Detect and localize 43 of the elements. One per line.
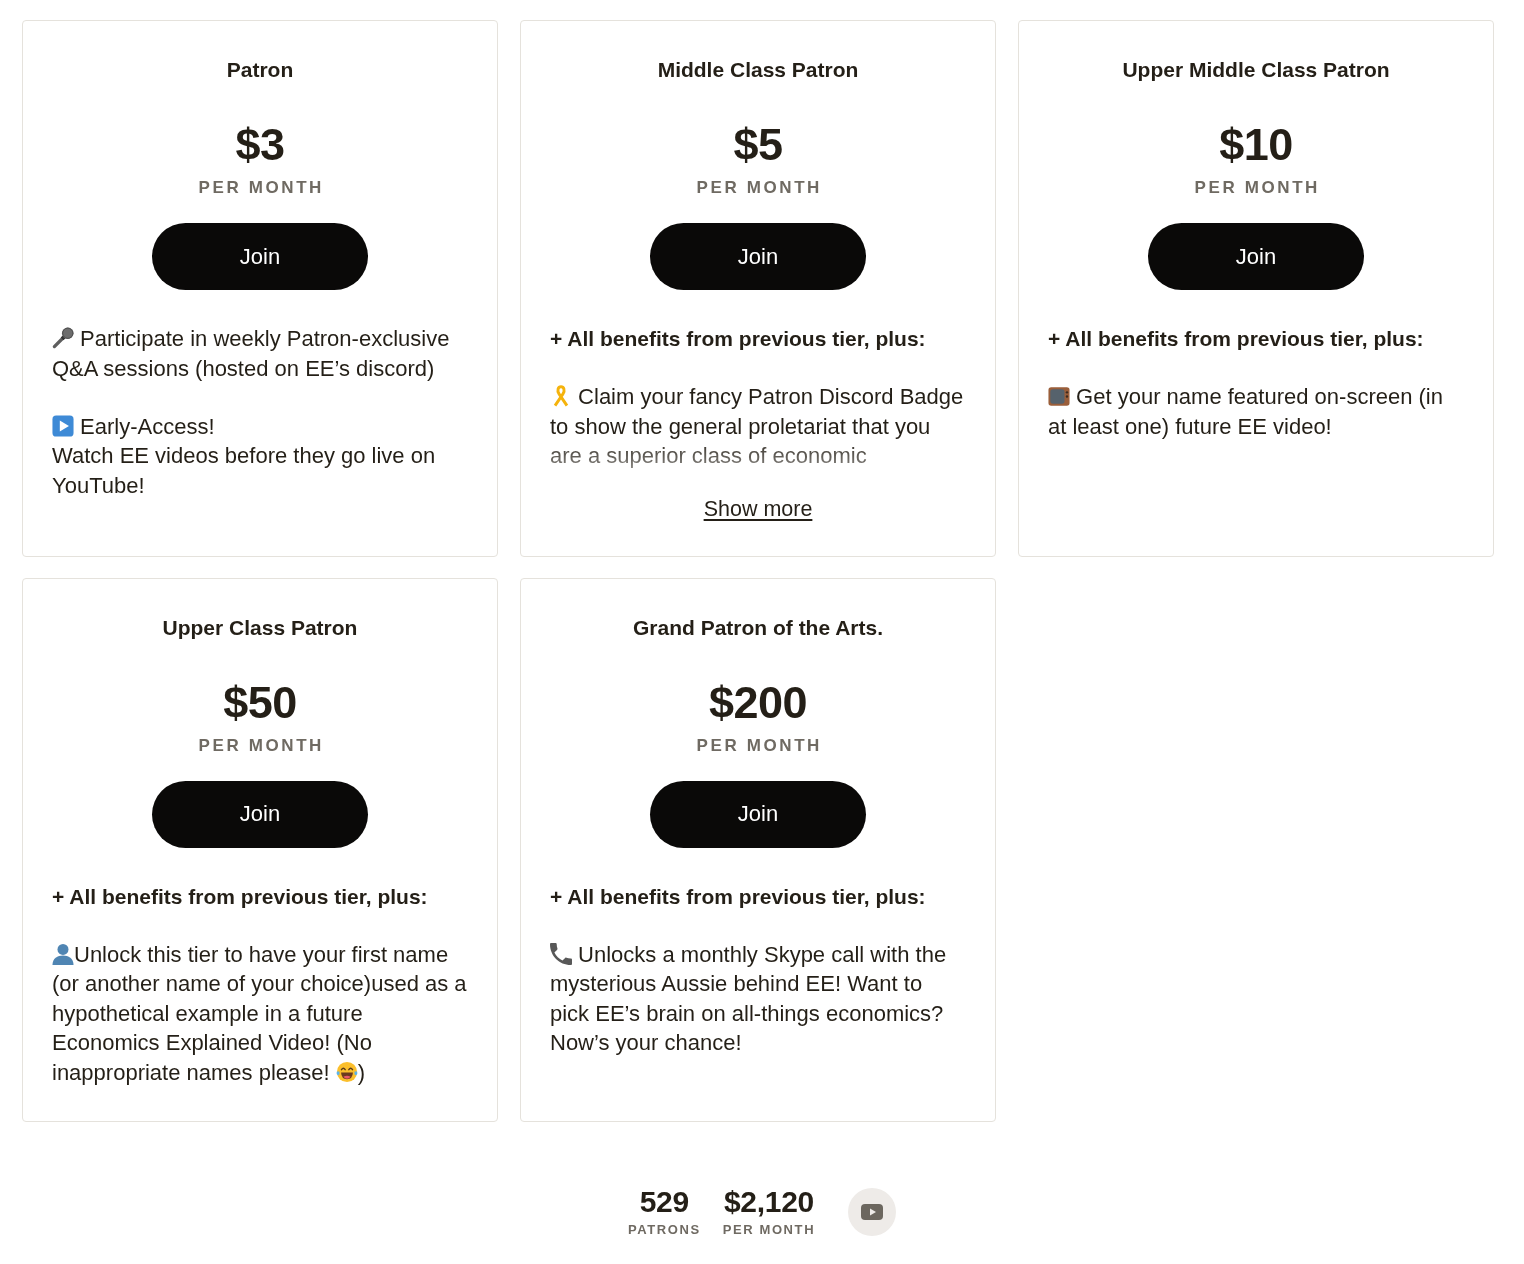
play-button-icon bbox=[52, 414, 74, 437]
laughing-face-icon bbox=[335, 1060, 358, 1083]
tier-title: Grand Patron of the Arts. bbox=[632, 614, 884, 641]
stat-label: PER MONTH bbox=[722, 1222, 816, 1238]
person-icon bbox=[52, 942, 74, 965]
benefit-text: Get your name featured on-screen (in at least one) future EE video! bbox=[1048, 383, 1444, 441]
benefit-heading: + All benefits from previous tier, plus: bbox=[1048, 326, 1425, 352]
benefit-heading: + All benefits from previous tier, plus: bbox=[52, 883, 429, 910]
tier-title: Upper Class Patron bbox=[162, 614, 358, 641]
tier-price: $3 bbox=[235, 119, 285, 171]
stat-label: PATRONS bbox=[627, 1222, 701, 1238]
price-period-label: PER MONTH bbox=[695, 734, 822, 757]
telephone-icon bbox=[550, 942, 572, 965]
benefit-heading: + All benefits from previous tier, plus: bbox=[550, 883, 927, 910]
benefit-text: Claim your fancy Patron Discord Badge to show the general proletariat that you are a superior class of economic bbox=[550, 383, 965, 470]
tier-price: $5 bbox=[733, 119, 783, 171]
tier-price: $50 bbox=[223, 676, 297, 729]
price-period-label: PER MONTH bbox=[695, 177, 822, 199]
microphone-icon bbox=[52, 327, 74, 349]
tier-price: $200 bbox=[708, 676, 808, 729]
tier-title: Middle Class Patron bbox=[657, 57, 859, 83]
join-button[interactable]: Join bbox=[152, 780, 368, 848]
television-icon bbox=[1048, 385, 1070, 407]
stat-value: $2,120 bbox=[723, 1186, 814, 1218]
benefit-text: Participate in weekly Patron-exclusive Q&A sessions (hosted on EE’s discord) bbox=[52, 325, 451, 383]
stat-value: 529 bbox=[639, 1186, 689, 1218]
join-button[interactable]: Join bbox=[152, 223, 368, 290]
video-icon bbox=[861, 1204, 884, 1220]
video-button[interactable] bbox=[848, 1188, 897, 1236]
tier-title: Patron bbox=[226, 57, 294, 83]
price-period-label: PER MONTH bbox=[197, 734, 324, 757]
benefit-text: Early-Access! Watch EE videos before they go live on YouTube! bbox=[52, 412, 437, 500]
join-button[interactable]: Join bbox=[1148, 223, 1364, 290]
benefit-text: Unlock this tier to have your first name (or another name of your choice)used as a hypothetical example in a future Economics Explained Video! (No inappropriate names please! ) bbox=[52, 940, 468, 1087]
show-more-link[interactable]: Show more bbox=[703, 495, 813, 522]
tier-title: Upper Middle Class Patron bbox=[1122, 57, 1390, 83]
benefit-text: Unlocks a monthly Skype call with the mysterious Aussie behind EE! Want to pick EE’s brain on all-things economics? Now’s your chance! bbox=[550, 940, 948, 1057]
price-period-label: PER MONTH bbox=[197, 177, 324, 199]
join-button[interactable]: Join bbox=[650, 780, 866, 848]
join-button[interactable]: Join bbox=[650, 223, 866, 290]
tier-price: $10 bbox=[1219, 119, 1293, 171]
benefit-heading: + All benefits from previous tier, plus: bbox=[550, 326, 927, 352]
price-period-label: PER MONTH bbox=[1193, 177, 1320, 199]
